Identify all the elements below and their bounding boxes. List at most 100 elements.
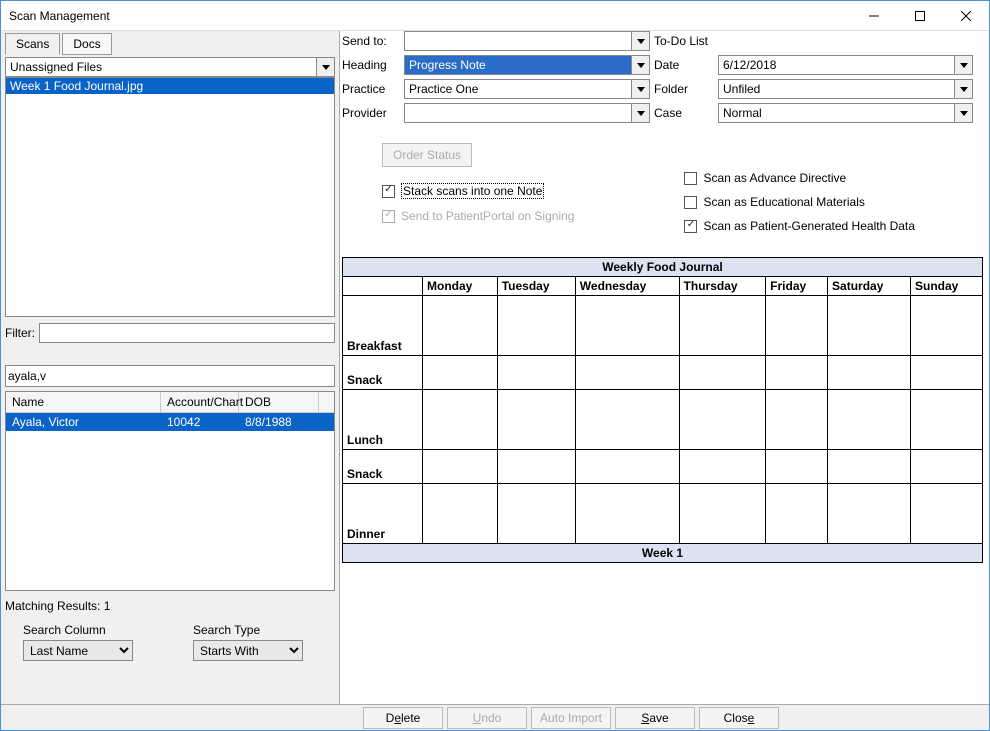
results-header: Name Account/Chart DOB bbox=[6, 392, 334, 413]
date-label: Date bbox=[654, 58, 714, 72]
dropdown-arrow-icon[interactable] bbox=[955, 103, 973, 123]
folder-label: Folder bbox=[654, 82, 714, 96]
tab-docs-label: Docs bbox=[73, 37, 100, 51]
dropdown-arrow-icon[interactable] bbox=[632, 55, 650, 75]
folder-input[interactable] bbox=[718, 79, 955, 99]
order-status-button: Order Status bbox=[382, 143, 472, 167]
tab-scans[interactable]: Scans bbox=[5, 33, 60, 55]
practice-combo[interactable] bbox=[404, 79, 650, 99]
filter-input[interactable] bbox=[39, 323, 335, 343]
provider-input[interactable] bbox=[404, 103, 632, 123]
col-name[interactable]: Name bbox=[6, 392, 161, 412]
row-breakfast: Breakfast bbox=[343, 296, 423, 356]
row-snack: Snack bbox=[343, 450, 423, 484]
col-tuesday: Tuesday bbox=[497, 277, 575, 296]
col-dob[interactable]: DOB bbox=[239, 392, 319, 412]
journal-footer: Week 1 bbox=[343, 544, 983, 563]
dropdown-arrow-icon[interactable] bbox=[955, 55, 973, 75]
advance-directive-label: Scan as Advance Directive bbox=[703, 171, 846, 185]
matching-results-label: Matching Results: 1 bbox=[1, 593, 339, 619]
educational-materials-checkbox[interactable]: Scan as Educational Materials bbox=[684, 195, 914, 209]
title-bar: Scan Management bbox=[1, 1, 989, 31]
dropdown-arrow-icon[interactable] bbox=[317, 57, 335, 77]
dropdown-arrow-icon[interactable] bbox=[632, 31, 650, 51]
sendto-input[interactable] bbox=[404, 31, 632, 51]
patient-search-input[interactable] bbox=[5, 365, 335, 387]
stack-scans-checkbox[interactable]: Stack scans into one Note bbox=[382, 183, 574, 199]
send-portal-label: Send to PatientPortal on Signing bbox=[401, 209, 574, 223]
date-input[interactable] bbox=[718, 55, 955, 75]
left-panel: Scans Docs Week 1 Food Journal.jpg Filte… bbox=[1, 31, 340, 704]
checkbox-icon[interactable] bbox=[684, 220, 697, 233]
sendto-combo[interactable] bbox=[404, 31, 650, 51]
search-column-label: Search Column bbox=[23, 623, 133, 637]
provider-label: Provider bbox=[342, 106, 400, 120]
col-monday: Monday bbox=[423, 277, 498, 296]
window-title: Scan Management bbox=[9, 9, 851, 23]
save-button[interactable]: Save bbox=[615, 707, 695, 729]
row-snack: Snack bbox=[343, 356, 423, 390]
dropdown-arrow-icon[interactable] bbox=[955, 79, 973, 99]
checkbox-icon[interactable] bbox=[684, 196, 697, 209]
advance-directive-checkbox[interactable]: Scan as Advance Directive bbox=[684, 171, 914, 185]
auto-import-button: Auto Import bbox=[531, 707, 611, 729]
file-list[interactable]: Week 1 Food Journal.jpg bbox=[5, 77, 335, 317]
col-account[interactable]: Account/Chart bbox=[161, 392, 239, 412]
col-friday: Friday bbox=[766, 277, 828, 296]
case-combo[interactable] bbox=[718, 103, 973, 123]
folder-combo[interactable] bbox=[718, 79, 973, 99]
case-input[interactable] bbox=[718, 103, 955, 123]
checkbox-icon bbox=[382, 210, 395, 223]
sendto-label: Send to: bbox=[342, 34, 400, 48]
search-column-select[interactable]: Last Name bbox=[23, 640, 133, 661]
educational-materials-label: Scan as Educational Materials bbox=[703, 195, 864, 209]
bottom-toolbar: Delete Undo Auto Import Save Close bbox=[1, 704, 989, 730]
tab-strip: Scans Docs bbox=[1, 31, 339, 55]
cell-account: 10042 bbox=[161, 413, 239, 431]
heading-input[interactable] bbox=[404, 55, 632, 75]
close-button[interactable]: Close bbox=[699, 707, 779, 729]
tab-docs[interactable]: Docs bbox=[62, 33, 111, 55]
file-name: Week 1 Food Journal.jpg bbox=[10, 79, 143, 93]
dropdown-arrow-icon[interactable] bbox=[632, 103, 650, 123]
row-lunch: Lunch bbox=[343, 390, 423, 450]
files-combo[interactable] bbox=[5, 57, 335, 77]
send-portal-checkbox: Send to PatientPortal on Signing bbox=[382, 209, 574, 223]
undo-button: Undo bbox=[447, 707, 527, 729]
files-combo-input[interactable] bbox=[5, 57, 317, 77]
col-thursday: Thursday bbox=[679, 277, 766, 296]
filter-label: Filter: bbox=[5, 326, 35, 340]
date-combo[interactable] bbox=[718, 55, 973, 75]
minimize-button[interactable] bbox=[851, 1, 897, 31]
search-type-label: Search Type bbox=[193, 623, 303, 637]
delete-button[interactable]: Delete bbox=[363, 707, 443, 729]
cell-dob: 8/8/1988 bbox=[239, 413, 319, 431]
patient-generated-checkbox[interactable]: Scan as Patient-Generated Health Data bbox=[684, 219, 914, 233]
patient-generated-label: Scan as Patient-Generated Health Data bbox=[703, 219, 914, 233]
heading-label: Heading bbox=[342, 58, 400, 72]
row-dinner: Dinner bbox=[343, 484, 423, 544]
dropdown-arrow-icon[interactable] bbox=[632, 79, 650, 99]
col-sunday: Sunday bbox=[911, 277, 983, 296]
right-panel: Send to: To-Do List Heading Date Practic… bbox=[340, 31, 989, 704]
heading-combo[interactable] bbox=[404, 55, 650, 75]
col-wednesday: Wednesday bbox=[575, 277, 679, 296]
results-table: Name Account/Chart DOB Ayala, Victor 100… bbox=[5, 391, 335, 591]
table-row[interactable]: Ayala, Victor 10042 8/8/1988 bbox=[6, 413, 334, 431]
journal-title: Weekly Food Journal bbox=[343, 258, 983, 277]
cell-name: Ayala, Victor bbox=[6, 413, 161, 431]
checkbox-icon[interactable] bbox=[382, 185, 395, 198]
provider-combo[interactable] bbox=[404, 103, 650, 123]
tab-scans-label: Scans bbox=[16, 37, 49, 51]
col-saturday: Saturday bbox=[828, 277, 911, 296]
search-type-select[interactable]: Starts With bbox=[193, 640, 303, 661]
stack-scans-label: Stack scans into one Note bbox=[401, 183, 544, 199]
practice-label: Practice bbox=[342, 82, 400, 96]
maximize-button[interactable] bbox=[897, 1, 943, 31]
close-button[interactable] bbox=[943, 1, 989, 31]
checkbox-icon[interactable] bbox=[684, 172, 697, 185]
todo-label: To-Do List bbox=[654, 34, 714, 48]
practice-input[interactable] bbox=[404, 79, 632, 99]
list-item[interactable]: Week 1 Food Journal.jpg bbox=[6, 78, 334, 94]
food-journal-preview: Weekly Food Journal Monday Tuesday Wedne… bbox=[342, 257, 983, 563]
